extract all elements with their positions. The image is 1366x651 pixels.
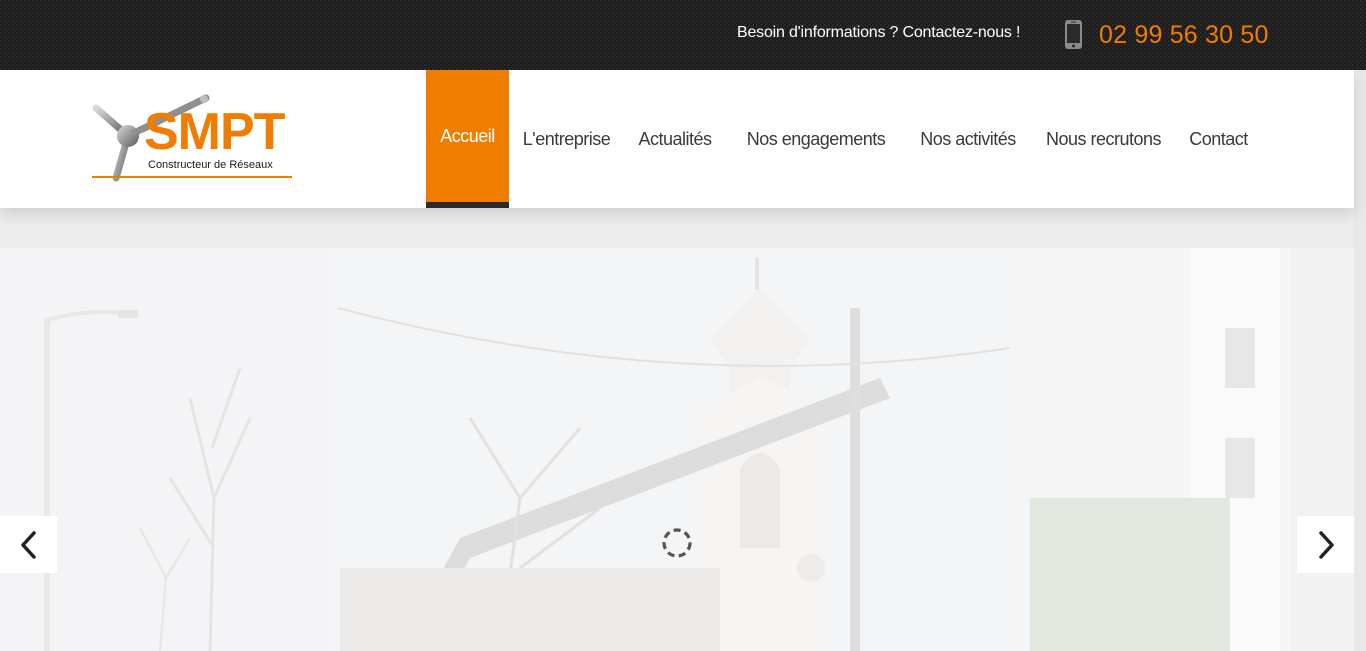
site-header: SMPT Constructeur de Réseaux Accueil L'e… xyxy=(0,70,1354,208)
logo-underline xyxy=(92,176,292,178)
nav-item-recrutons[interactable]: Nous recrutons xyxy=(1035,70,1172,208)
slider-prev-button[interactable] xyxy=(0,516,57,573)
loading-spinner-icon xyxy=(661,527,693,559)
mobile-phone-icon xyxy=(1064,19,1083,50)
chevron-right-icon xyxy=(1318,530,1334,559)
nav-item-activites[interactable]: Nos activités xyxy=(910,70,1026,208)
chevron-left-icon xyxy=(20,530,36,559)
nav-item-actualites[interactable]: Actualités xyxy=(628,70,722,208)
hero-slider xyxy=(0,248,1366,651)
nav-item-accueil[interactable]: Accueil xyxy=(426,70,509,208)
logo-wordmark: SMPT xyxy=(144,103,285,161)
nav-item-engagements[interactable]: Nos engagements xyxy=(734,70,898,208)
nav-item-entreprise[interactable]: L'entreprise xyxy=(513,70,620,208)
slider-next-button[interactable] xyxy=(1297,516,1354,573)
contact-prompt-text: Besoin d'informations ? Contactez-nous ! xyxy=(737,24,1021,41)
nav-item-contact[interactable]: Contact xyxy=(1180,70,1257,208)
page-scrollbar[interactable] xyxy=(1354,70,1366,651)
phone-number-link[interactable]: 02 99 56 30 50 xyxy=(1099,21,1269,50)
smpt-logo[interactable]: SMPT Constructeur de Réseaux xyxy=(90,92,296,184)
slider-loading-overlay xyxy=(0,248,1366,651)
top-contact-bar: Besoin d'informations ? Contactez-nous !… xyxy=(0,0,1366,70)
logo-tagline: Constructeur de Réseaux xyxy=(148,159,273,171)
